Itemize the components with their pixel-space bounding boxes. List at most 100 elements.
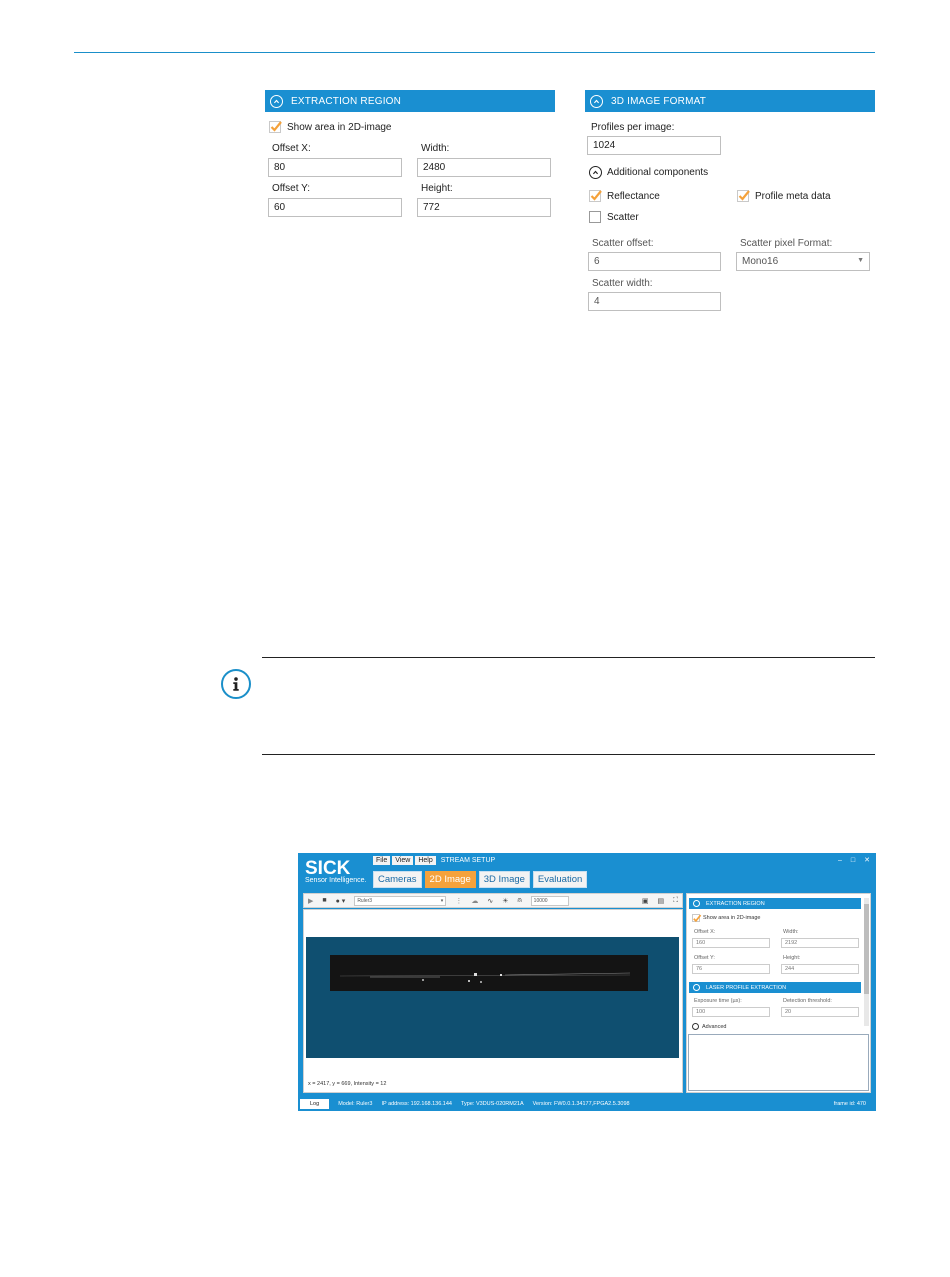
- expand-icon: [589, 166, 602, 179]
- stream-setup-label: STREAM SETUP: [440, 857, 496, 864]
- rp-exposure-label: Exposure time (µs):: [694, 998, 742, 1004]
- app-screenshot: SICK Sensor Intelligence. File View Help…: [298, 853, 876, 1111]
- status-ip: IP address: 192.168.136.144: [381, 1101, 452, 1107]
- main-tabs: Cameras 2D Image 3D Image Evaluation: [373, 871, 588, 888]
- offset-y-input[interactable]: 60: [268, 198, 402, 217]
- profiles-label: Profiles per image:: [591, 122, 675, 133]
- play-icon[interactable]: ▶: [308, 897, 313, 905]
- meta-data-checkbox[interactable]: [737, 190, 750, 202]
- scatter-label: Scatter: [607, 211, 639, 223]
- image-viewer[interactable]: x = 2417, y = 669, Intensity = 12: [303, 909, 683, 1093]
- record-icon[interactable]: ● ▾: [336, 897, 346, 905]
- scatter-format-label: Scatter pixel Format:: [740, 238, 833, 249]
- close-icon[interactable]: ✕: [864, 856, 870, 864]
- rp-scrollbar[interactable]: [864, 898, 869, 1026]
- rp-width-input[interactable]: 2192: [781, 938, 859, 948]
- note-bottom-rule: [262, 754, 875, 755]
- image-format-panel: 3D IMAGE FORMAT: [585, 90, 875, 112]
- info-icon: [221, 669, 251, 699]
- rp-height-input[interactable]: 244: [781, 964, 859, 974]
- fullscreen-icon[interactable]: ⛶: [673, 897, 678, 905]
- tab-evaluation[interactable]: Evaluation: [532, 871, 588, 888]
- reflectance-checkbox[interactable]: [589, 190, 602, 202]
- scatter-offset-label: Scatter offset:: [592, 238, 654, 249]
- profiles-input[interactable]: 1024: [587, 136, 721, 155]
- menu-file[interactable]: File: [373, 856, 391, 865]
- extraction-region-panel: EXTRACTION REGION: [265, 90, 555, 112]
- height-label: Height:: [421, 183, 453, 194]
- show-area-checkbox[interactable]: [269, 121, 282, 133]
- light-icon[interactable]: ☀: [502, 897, 508, 905]
- tab-2d-image[interactable]: 2D Image: [424, 871, 476, 888]
- extraction-region-title: EXTRACTION REGION: [291, 95, 402, 107]
- menu-help[interactable]: Help: [415, 856, 436, 865]
- offset-y-label: Offset Y:: [272, 183, 310, 194]
- rp-exposure-input[interactable]: 100: [692, 1007, 770, 1017]
- height-input[interactable]: 772: [417, 198, 551, 217]
- rp-height-label: Height:: [783, 955, 801, 961]
- menu-view[interactable]: View: [392, 856, 414, 865]
- log-tab[interactable]: Log: [300, 1099, 330, 1109]
- sensor-image: [306, 937, 679, 1058]
- meta-data-label: Profile meta data: [755, 190, 831, 202]
- stop-icon[interactable]: ■: [322, 897, 326, 904]
- extraction-region-header[interactable]: EXTRACTION REGION: [265, 90, 555, 112]
- image-format-title: 3D IMAGE FORMAT: [611, 95, 707, 107]
- save-icon[interactable]: ▤: [657, 897, 664, 905]
- meta-data-option[interactable]: Profile meta data: [737, 190, 831, 202]
- offset-x-label: Offset X:: [272, 143, 311, 154]
- pulse-icon[interactable]: ∿: [487, 897, 493, 905]
- counter-input[interactable]: 10000: [530, 895, 569, 906]
- scatter-checkbox[interactable]: [589, 211, 601, 223]
- image-format-header[interactable]: 3D IMAGE FORMAT: [585, 90, 875, 112]
- more-icon[interactable]: ⋮: [455, 897, 462, 905]
- cloud-icon[interactable]: ☁: [471, 897, 478, 905]
- rp-offset-x-input[interactable]: 160: [692, 938, 770, 948]
- offset-x-input[interactable]: 80: [268, 158, 402, 177]
- extraction-region-box: [330, 955, 648, 991]
- note-top-rule: [262, 657, 875, 658]
- status-version: Version: FW0.0.1.34177,FPGA2.5.3098: [532, 1101, 630, 1107]
- expand-icon: [692, 1023, 699, 1030]
- window-controls: – □ ✕: [838, 856, 870, 865]
- image-toolbar: ▶ ■ ● ▾ Ruler3 ▾ ⋮ ☁ ∿ ☀ ⍝ 10000 ▣ ▤ ⛶: [303, 893, 683, 908]
- rp-width-label: Width:: [783, 929, 799, 935]
- sick-logo: SICK Sensor Intelligence.: [305, 858, 367, 884]
- rp-show-area-option[interactable]: Show area in 2D-image: [692, 914, 760, 923]
- additional-components-label: Additional components: [607, 167, 709, 178]
- rp-laser-header[interactable]: LASER PROFILE EXTRACTION: [689, 982, 861, 993]
- rp-offset-y-input[interactable]: 76: [692, 964, 770, 974]
- scatter-width-label: Scatter width:: [592, 278, 653, 289]
- scatter-offset-input[interactable]: 6: [588, 252, 721, 271]
- status-bar: Log Model: Ruler3 IP address: 192.168.13…: [298, 1097, 876, 1111]
- header-rule: [74, 52, 875, 53]
- camera-select[interactable]: Ruler3 ▾: [354, 895, 447, 906]
- show-area-label: Show area in 2D-image: [287, 121, 392, 133]
- status-type: Type: V3DUS-020RM21A: [460, 1101, 524, 1107]
- minimize-icon[interactable]: –: [838, 857, 842, 864]
- status-frame: frame id: 470: [833, 1101, 866, 1107]
- show-area-option[interactable]: Show area in 2D-image: [269, 121, 392, 133]
- additional-components-toggle[interactable]: Additional components: [589, 166, 708, 179]
- scatter-option[interactable]: Scatter: [589, 211, 639, 223]
- tab-3d-image[interactable]: 3D Image: [478, 871, 530, 888]
- width-input[interactable]: 2480: [417, 158, 551, 177]
- log-area[interactable]: [688, 1034, 869, 1091]
- cursor-readout: x = 2417, y = 669, Intensity = 12: [308, 1081, 387, 1087]
- rp-threshold-input[interactable]: 20: [781, 1007, 859, 1017]
- status-model: Model: Ruler3: [338, 1101, 373, 1107]
- rp-advanced-toggle[interactable]: Advanced: [692, 1023, 726, 1030]
- chevron-down-icon: ▼: [857, 257, 864, 264]
- rp-offset-y-label: Offset Y:: [694, 955, 715, 961]
- tab-cameras[interactable]: Cameras: [373, 871, 422, 888]
- scatter-format-select[interactable]: Mono16 ▼: [736, 252, 870, 271]
- snapshot-icon[interactable]: ▣: [642, 897, 649, 905]
- menu-bar: File View Help STREAM SETUP: [373, 856, 495, 865]
- rp-show-area-checkbox[interactable]: [692, 914, 702, 923]
- rp-threshold-label: Detection threshold:: [783, 998, 832, 1004]
- maximize-icon[interactable]: □: [851, 857, 855, 864]
- bell-icon[interactable]: ⍝: [517, 897, 521, 905]
- reflectance-option[interactable]: Reflectance: [589, 190, 660, 202]
- scatter-width-input[interactable]: 4: [588, 292, 721, 311]
- rp-extraction-header[interactable]: EXTRACTION REGION: [689, 898, 861, 909]
